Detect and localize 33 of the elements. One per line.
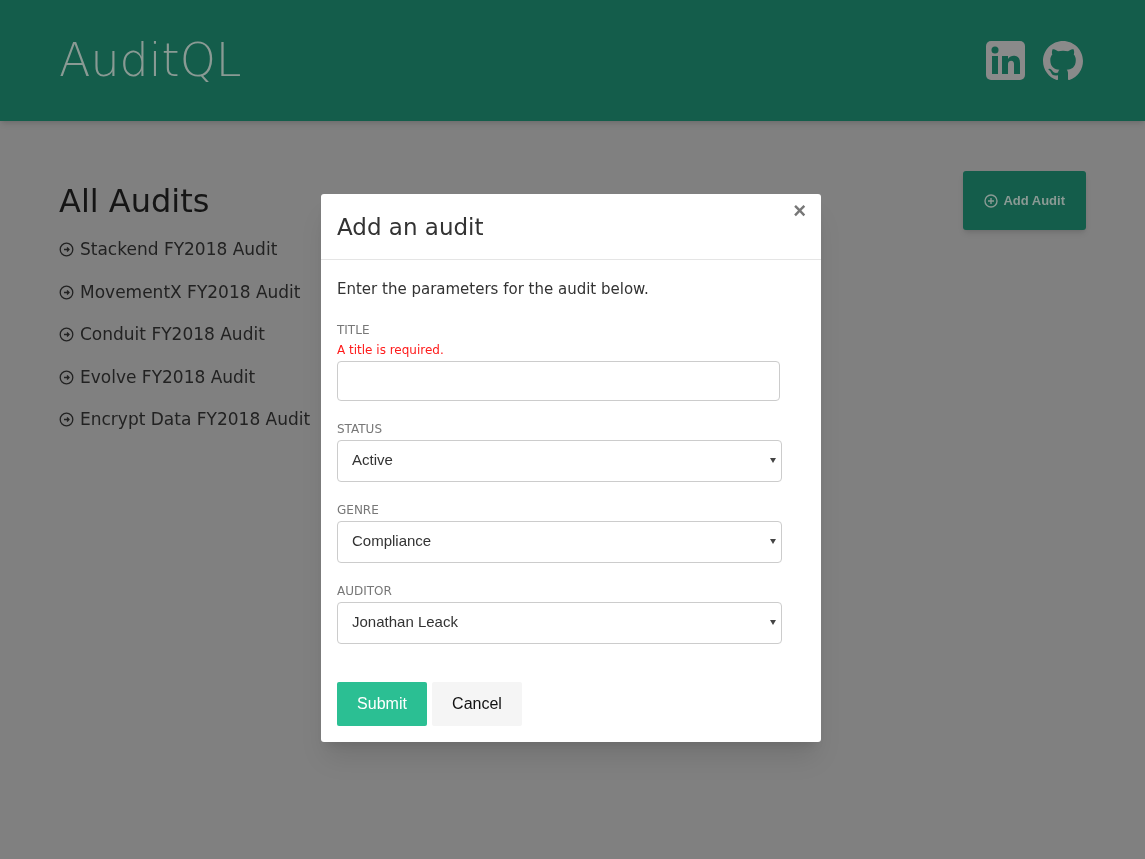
app-title[interactable]: AuditQL	[59, 26, 242, 95]
arrow-circle-icon	[59, 284, 74, 300]
section-heading: All Audits	[59, 181, 211, 222]
caret-icon	[770, 539, 776, 544]
field-label: GENRE	[337, 501, 380, 519]
audit-link[interactable]: Conduit FY2018 Audit	[80, 322, 265, 348]
field-label: AUDITOR	[337, 582, 393, 600]
caret-icon	[770, 458, 776, 463]
add-audit-button[interactable]: Add Audit	[963, 171, 1086, 230]
audit-link[interactable]: Stackend FY2018 Audit	[80, 237, 278, 263]
title-input[interactable]	[337, 360, 780, 401]
audit-link[interactable]: Encrypt Data FY2018 Audit	[80, 407, 311, 433]
arrow-circle-icon	[59, 242, 74, 258]
field-label: TITLE	[337, 321, 371, 339]
submit-button[interactable]: Submit	[337, 681, 427, 726]
github-icon[interactable]	[1043, 40, 1083, 81]
audit-link[interactable]: Evolve FY2018 Audit	[80, 364, 256, 390]
select-dropdown[interactable]: Compliance	[337, 520, 782, 563]
caret-icon	[770, 620, 776, 625]
plus-circle-icon	[984, 193, 999, 208]
arrow-circle-icon	[59, 369, 74, 385]
modal-title: Add an audit	[337, 213, 484, 243]
close-button[interactable]: ×	[793, 200, 806, 222]
select-dropdown[interactable]: Active	[337, 439, 782, 482]
field-label: STATUS	[337, 420, 384, 438]
cancel-button[interactable]: Cancel	[432, 681, 522, 726]
arrow-circle-icon	[59, 327, 74, 343]
error-message: A title is required.	[337, 341, 445, 359]
audit-link[interactable]: MovementX FY2018 Audit	[80, 279, 301, 305]
select-dropdown[interactable]: Jonathan Leack	[337, 601, 782, 644]
arrow-circle-icon	[59, 412, 74, 428]
linkedin-icon[interactable]	[986, 41, 1025, 80]
modal-instructions: Enter the parameters for the audit below.	[337, 279, 650, 300]
